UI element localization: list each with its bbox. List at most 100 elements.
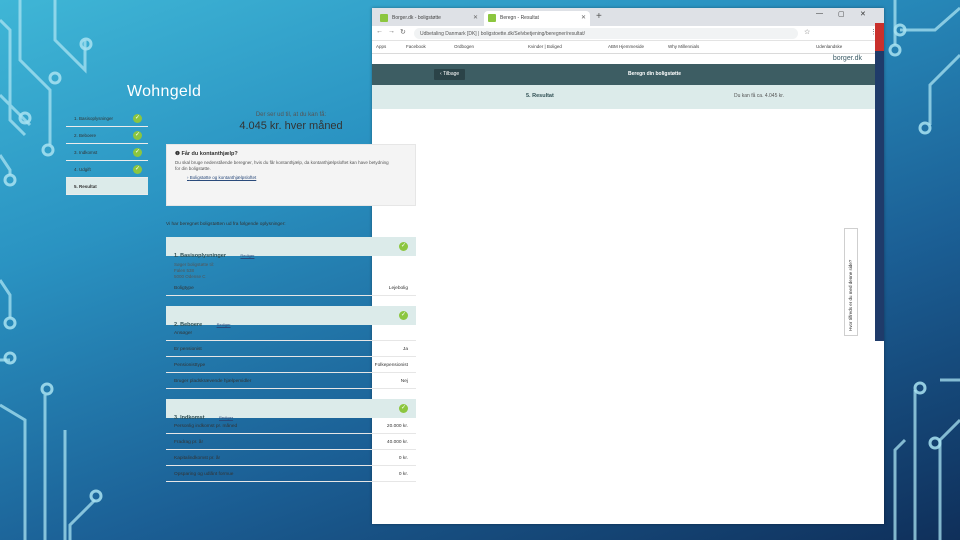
- bookmark-item[interactable]: Ordbogen: [454, 44, 474, 49]
- section-indkomst: 3. Indkomst Rediger ✓: [166, 399, 416, 421]
- feedback-label: Hvor tilfreds er du med denne side?: [848, 259, 853, 331]
- bookmarks-bar: Apps Facebook Ordbogen Kvinder | Boliged…: [372, 41, 884, 54]
- check-icon: ✓: [133, 165, 142, 174]
- summary-row: Er pensionist Ja: [166, 341, 416, 357]
- page-title: Beregn din boligstøtte: [628, 71, 682, 77]
- check-icon: ✓: [399, 242, 408, 251]
- sidebar-item-beboere[interactable]: 2. Beboere ✓: [66, 127, 148, 144]
- restore-button[interactable]: ▢: [838, 10, 845, 18]
- summary-row: Fradrag pr. år 40.000 kr.: [166, 434, 416, 450]
- bookmark-item[interactable]: Kvinder | Boliged: [528, 44, 562, 49]
- result-amount: 4.045 kr. hver måned: [239, 120, 343, 132]
- row-label: Personlig indkomst pr. måned: [174, 424, 238, 429]
- tab-label: Borger.dk - boligstøtte: [392, 15, 441, 21]
- sidebar-item-label: 4. Udgift: [74, 167, 91, 172]
- star-icon[interactable]: ☆: [804, 28, 810, 36]
- row-value: 0 kr.: [398, 456, 408, 461]
- address-row: ← → ↻ Udbetaling Danmark [DK] | boligsto…: [372, 26, 884, 41]
- section-basisoplysninger: 1. Basisoplysninger Rediger ✓: [166, 237, 416, 259]
- background-window-edge: [875, 51, 884, 341]
- forward-arrow-icon[interactable]: →: [388, 28, 395, 35]
- row-label: Er pensionist: [174, 347, 202, 352]
- slide-title: Wohngeld: [127, 83, 202, 100]
- sidebar-item-label: 1. Basisoplysninger: [74, 116, 114, 121]
- check-icon: ✓: [133, 114, 142, 123]
- sidebar-item-indkomst[interactable]: 3. Indkomst ✓: [66, 144, 148, 161]
- background-window-edge: [875, 23, 884, 51]
- feedback-tab[interactable]: Hvor tilfreds er du med denne side?: [844, 228, 858, 336]
- step-amount: Du kan få ca. 4.045 kr.: [734, 93, 785, 99]
- info-heading-text: Får du kontanthjælp?: [181, 151, 238, 157]
- section-beboere: 2. Beboere Rediger ✓: [166, 306, 416, 328]
- browser-tab-1[interactable]: Borger.dk - boligstøtte ✕: [376, 11, 482, 26]
- result-content: Der ser ud til, at du kan få: 4.045 kr. …: [166, 110, 416, 482]
- check-icon: ✓: [133, 148, 142, 157]
- bookmark-item[interactable]: Why Millennials: [668, 44, 699, 49]
- summary-row: Pensionisttype Folkepensionist: [166, 357, 416, 373]
- sidebar-item-udgift[interactable]: 4. Udgift ✓: [66, 161, 148, 178]
- sidebar-item-label: 2. Beboere: [74, 133, 97, 138]
- browser-screenshot: Borger.dk - boligstøtte ✕ Beregn - Resul…: [372, 8, 884, 524]
- info-box: ❶ Får du kontanthjælp? Du skal bruge ned…: [166, 144, 416, 206]
- favicon-icon: [380, 14, 388, 22]
- back-button[interactable]: ‹ Tilbage: [434, 69, 466, 80]
- check-icon: ✓: [399, 311, 408, 320]
- favicon-icon: [488, 14, 496, 22]
- row-value: 40.000 kr.: [386, 440, 408, 445]
- reload-icon[interactable]: ↻: [400, 28, 406, 36]
- result-intro: Der ser ud til, at du kan få:: [255, 112, 327, 118]
- summary-intro: Vi har beregnet boligstøtten ud fra følg…: [166, 222, 286, 227]
- row-value: Folkepensionist: [374, 363, 408, 368]
- row-label: Ansøger: [174, 331, 193, 336]
- row-value: Ja: [402, 347, 408, 352]
- row-label: Bruger pladskrævende hjælpemidler: [174, 379, 252, 384]
- sidebar-item-resultat[interactable]: 5. Resultat: [66, 178, 148, 195]
- minimize-button[interactable]: —: [816, 10, 823, 17]
- row-label: Kapitalindkomst pr. år: [174, 456, 221, 461]
- browser-tab-strip: Borger.dk - boligstøtte ✕ Beregn - Resul…: [372, 8, 884, 26]
- site-nav-bar: ‹ Tilbage Beregn din boligstøtte: [372, 64, 884, 85]
- summary-row: Opsparing og udlånt formue 0 kr.: [166, 466, 416, 482]
- row-label: Fradrag pr. år: [174, 440, 204, 445]
- edit-link[interactable]: Rediger: [240, 253, 254, 258]
- close-window-button[interactable]: ✕: [860, 10, 866, 18]
- close-tab-icon[interactable]: ✕: [473, 14, 478, 21]
- sidebar-item-basisoplysninger[interactable]: 1. Basisoplysninger ✓: [66, 110, 148, 127]
- borger-logo[interactable]: borger.dk: [833, 55, 862, 62]
- new-tab-button[interactable]: +: [596, 11, 602, 22]
- tab-label: Beregn - Resultat: [500, 15, 539, 21]
- close-tab-icon[interactable]: ✕: [581, 14, 586, 21]
- row-label: Opsparing og udlånt formue: [174, 472, 234, 477]
- check-icon: ✓: [133, 131, 142, 140]
- section-title: 1. Basisoplysninger: [174, 253, 226, 259]
- site-header: borger.dk: [372, 54, 884, 64]
- summary-row: Ansøger: [166, 325, 416, 341]
- sidebar-item-label: 3. Indkomst: [74, 150, 98, 155]
- info-link[interactable]: › Boligstøtte og kontanthjælpsloftet: [175, 175, 407, 180]
- summary-row: Kapitalindkomst pr. år 0 kr.: [166, 450, 416, 466]
- bookmark-item[interactable]: Apps: [376, 44, 386, 49]
- bookmark-item[interactable]: Udenlandske: [816, 44, 842, 49]
- bookmark-item[interactable]: ABM Hjemmeside: [608, 44, 644, 49]
- summary-row: Bruger pladskrævende hjælpemidler Nej: [166, 373, 416, 389]
- bookmark-item[interactable]: Facebook: [406, 44, 426, 49]
- info-text: Du skal bruge nedenstående beregner, hvi…: [175, 160, 389, 171]
- browser-tab-2[interactable]: Beregn - Resultat ✕: [484, 11, 590, 26]
- summary-row: Boligtype Lejebolig: [166, 280, 416, 296]
- row-label: Pensionisttype: [174, 363, 206, 368]
- row-value: 20.000 kr.: [386, 424, 408, 429]
- summary-row: Personlig indkomst pr. måned 20.000 kr.: [166, 418, 416, 434]
- row-value: 0 kr.: [398, 472, 408, 477]
- row-label: Boligtype: [174, 286, 194, 291]
- url-bar[interactable]: Udbetaling Danmark [DK] | boligstoette.d…: [414, 28, 798, 39]
- row-value: Lejebolig: [388, 286, 408, 291]
- step-header: 5. Resultat Du kan få ca. 4.045 kr.: [372, 85, 884, 109]
- info-heading: ❶ Får du kontanthjælp?: [175, 151, 407, 157]
- back-arrow-icon[interactable]: ←: [376, 28, 383, 35]
- step-sidebar: 1. Basisoplysninger ✓ 2. Beboere ✓ 3. In…: [66, 110, 148, 195]
- step-title: 5. Resultat: [526, 93, 554, 99]
- check-icon: ✓: [399, 404, 408, 413]
- info-link-text[interactable]: Boligstøtte og kontanthjælpsloftet: [190, 175, 257, 180]
- sidebar-item-label: 5. Resultat: [74, 184, 97, 189]
- row-value: Nej: [400, 379, 408, 384]
